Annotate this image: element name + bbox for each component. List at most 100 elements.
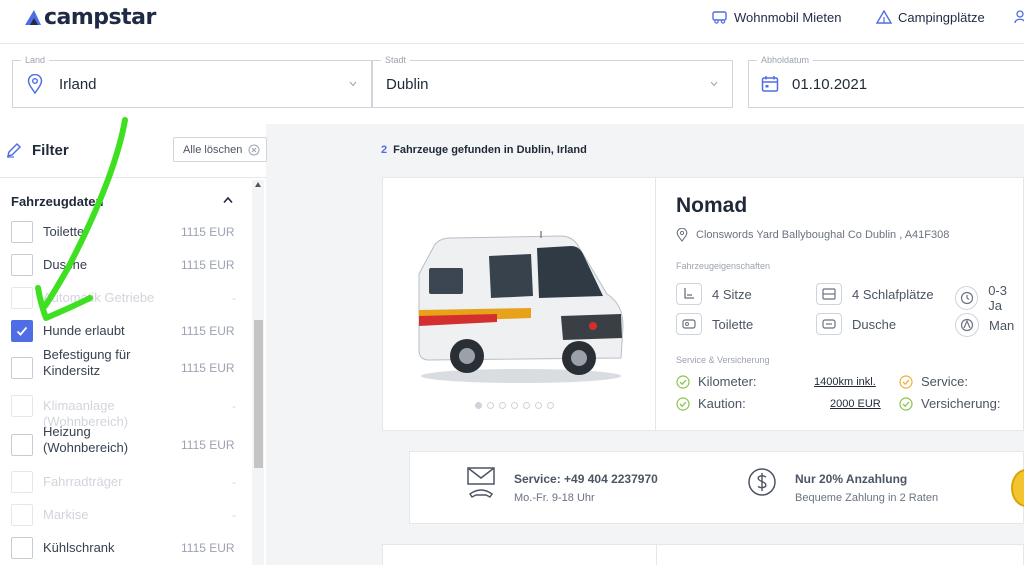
filter-checkbox[interactable] (11, 357, 33, 379)
filter-title: Filter (32, 142, 69, 159)
result-count-number: 2 (381, 144, 388, 156)
chevron-up-icon[interactable] (222, 196, 234, 204)
vehicle-name[interactable]: Nomad (676, 194, 747, 218)
deposit-value[interactable]: 2000 EUR (830, 398, 881, 410)
filter-checkbox[interactable] (11, 434, 33, 456)
nav-wohnmobil-mieten[interactable]: Wohnmobil Mieten (712, 8, 841, 26)
feature-label: Man (989, 317, 1015, 333)
section-title-fahrzeugdaten: Fahrzeugdaten (11, 194, 104, 209)
deposit-label: Kaution: (698, 396, 746, 411)
check-circle-icon (676, 396, 690, 411)
carousel-dot[interactable] (535, 402, 542, 409)
feature-label: 4 Sitze (712, 286, 752, 302)
vehicle-image-carousel[interactable] (383, 178, 656, 430)
carousel-dot[interactable] (547, 402, 554, 409)
service-label: Service: (921, 374, 968, 389)
clear-all-button[interactable]: Alle löschen (173, 137, 267, 162)
location-pin-icon (676, 228, 688, 242)
km-label: Kilometer: (698, 374, 757, 389)
scrollbar-thumb[interactable] (254, 320, 263, 468)
nav-label: Campingplätze (898, 9, 985, 25)
vehicle-card[interactable]: Nomad Clonswords Yard Ballyboughal Co Du… (382, 177, 1024, 431)
feature-beds: 4 Schlafplätze (816, 283, 934, 305)
km-row: Kilometer: (676, 374, 757, 389)
city-value: Dublin (386, 76, 429, 93)
close-circle-icon (248, 144, 260, 155)
filter-label: Markise (43, 507, 89, 522)
calendar-icon (761, 76, 779, 92)
clock-icon (955, 286, 979, 310)
filter-price: - (232, 399, 236, 413)
feature-label: 0-3 Ja (988, 283, 1007, 313)
top-bar: campstar Wohnmobil Mieten Campingplätze (0, 0, 1024, 44)
filter-price: - (232, 508, 236, 522)
km-value[interactable]: 1400km inkl. (814, 376, 876, 388)
carousel-dot[interactable] (511, 402, 518, 409)
filter-label: Dusche (43, 257, 88, 272)
check-circle-icon (676, 374, 690, 389)
bed-icon (816, 283, 842, 305)
camper-icon (712, 11, 727, 24)
vehicle-card-2[interactable] (382, 544, 1024, 565)
feature-label: Toilette (712, 316, 754, 332)
address-text: Clonswords Yard Ballyboughal Co Dublin ,… (696, 229, 950, 241)
brand-logo[interactable]: campstar (24, 4, 156, 30)
brand-name: campstar (44, 4, 156, 30)
filter-price: 1115 EUR (181, 258, 235, 272)
check-circle-icon (899, 374, 913, 389)
checkmark-icon (16, 326, 28, 336)
chevron-down-icon (710, 81, 718, 87)
filter-checkbox (11, 471, 33, 493)
country-select[interactable]: Land Irland (12, 55, 372, 108)
dollar-coin-icon (748, 468, 776, 496)
filter-checkbox (11, 395, 33, 417)
filter-checkbox[interactable] (11, 537, 33, 559)
mail-phone-icon (467, 467, 495, 498)
pencil-icon (6, 142, 22, 158)
pickup-date-field[interactable]: Abholdatum 01.10.2021 (748, 55, 1024, 108)
steering-icon (955, 313, 979, 337)
result-count: 2 Fahrzeuge gefunden in Dublin, Irland (381, 144, 587, 156)
filter-label: Fahrradträger (43, 474, 123, 489)
filter-label: Toilette (43, 224, 85, 239)
filter-checkbox[interactable] (11, 254, 33, 276)
payment-title: Nur 20% Anzahlung (795, 472, 908, 486)
pickup-value: 01.10.2021 (792, 76, 868, 93)
filter-price: - (232, 475, 236, 489)
filter-checkbox[interactable] (11, 320, 33, 342)
result-count-text: Fahrzeuge gefunden in Dublin, Irland (393, 144, 587, 156)
carousel-dot[interactable] (475, 402, 482, 409)
carousel-dot[interactable] (499, 402, 506, 409)
seat-icon (676, 283, 702, 305)
toilet-icon (676, 313, 702, 335)
carousel-dot[interactable] (523, 402, 530, 409)
country-value: Irland (59, 76, 97, 93)
filter-label: Befestigung für Kindersitz (43, 347, 131, 378)
feature-age: 0-3 Ja (955, 283, 1023, 313)
filter-checkbox (11, 504, 33, 526)
filter-label: Automatik Getriebe (43, 290, 155, 305)
filter-price: 1115 EUR (181, 541, 235, 555)
filter-header: Filter Alle löschen (0, 124, 267, 178)
search-bar: Land Irland Stadt Dublin Abholdatum 01.1… (0, 44, 1024, 124)
pickup-label: Abholdatum (757, 55, 814, 66)
filter-price: - (232, 291, 236, 305)
carousel-next-arrow[interactable] (623, 290, 637, 312)
check-circle-icon (899, 396, 913, 411)
filter-checkbox[interactable] (11, 221, 33, 243)
features-heading: Fahrzeugeigenschaften (676, 261, 771, 271)
user-icon[interactable] (1014, 10, 1024, 24)
scroll-up-arrow-icon[interactable] (255, 182, 261, 187)
carousel-prev-arrow[interactable] (400, 290, 414, 312)
service-info-box: Service: +49 404 2237970 Mo.-Fr. 9-18 Uh… (409, 451, 1024, 524)
carousel-dots (475, 402, 554, 409)
campervan-image (418, 231, 624, 383)
feature-toilet: Toilette (676, 313, 753, 335)
feature-transmission: Man (955, 313, 1014, 337)
city-select[interactable]: Stadt Dublin (372, 55, 733, 108)
nav-label: Wohnmobil Mieten (734, 9, 842, 25)
carousel-dot[interactable] (487, 402, 494, 409)
service-phone[interactable]: Service: +49 404 2237970 (514, 472, 658, 486)
nav-campingplaetze[interactable]: Campingplätze (876, 8, 985, 26)
feature-seats: 4 Sitze (676, 283, 752, 305)
